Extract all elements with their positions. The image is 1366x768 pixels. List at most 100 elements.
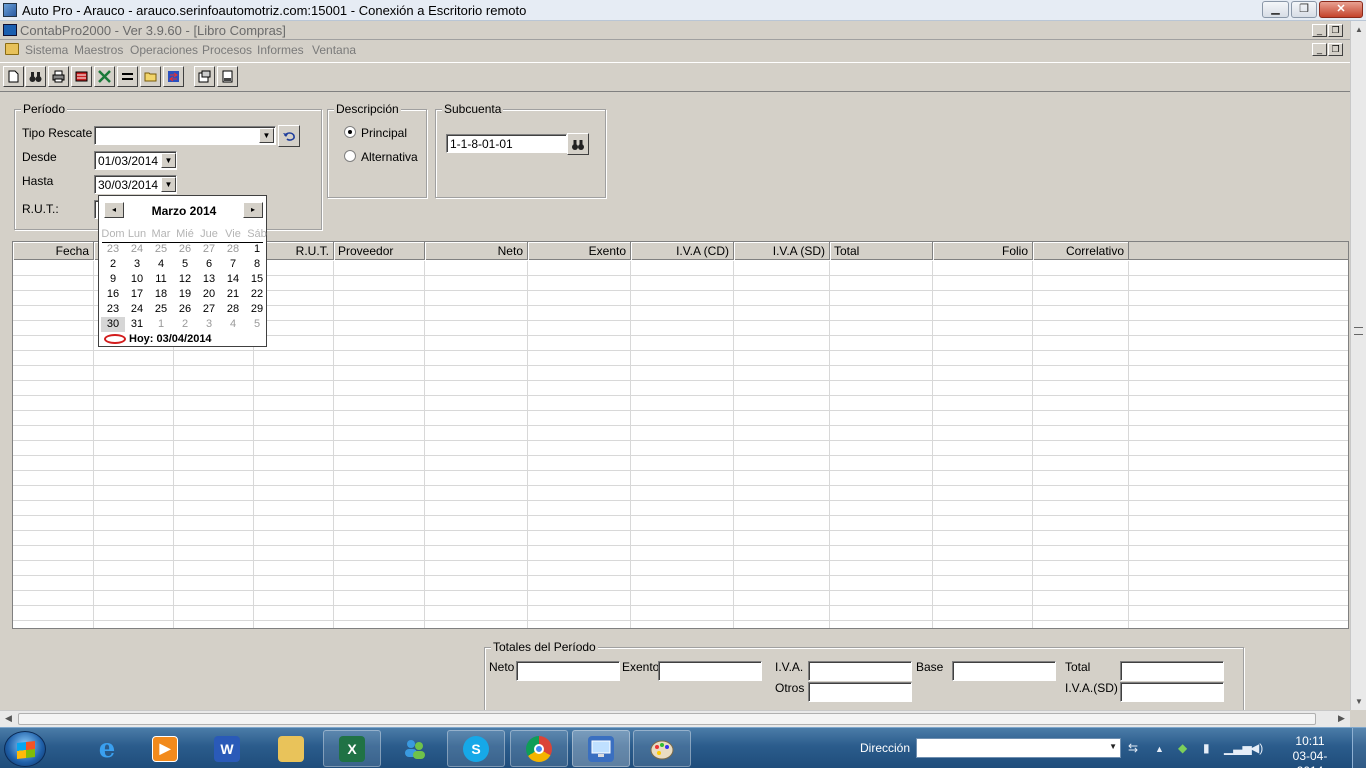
exento-total-field[interactable]: [658, 661, 762, 681]
calendar-day[interactable]: 27: [197, 302, 221, 317]
iva-sd-total-field[interactable]: [1120, 682, 1224, 702]
vertical-scrollbar[interactable]: ▲ ▼: [1350, 21, 1366, 710]
calendar-day[interactable]: 26: [173, 302, 197, 317]
calendar-day[interactable]: 6: [197, 257, 221, 272]
alternativa-radio[interactable]: [344, 150, 356, 162]
outer-restore-button[interactable]: ❐: [1291, 1, 1317, 18]
calendar-day[interactable]: 25: [149, 242, 173, 257]
subcuenta-search-button[interactable]: [567, 133, 589, 155]
col-iva-cd[interactable]: I.V.A (CD): [631, 242, 734, 260]
calendar-day[interactable]: 16: [101, 287, 125, 302]
horizontal-scroll-thumb[interactable]: [18, 713, 1316, 725]
show-desktop-button[interactable]: [1352, 728, 1366, 768]
folder-menu-icon[interactable]: [5, 43, 19, 55]
col-total[interactable]: Total: [830, 242, 933, 260]
date-picker-popup[interactable]: ◂ Marzo 2014 ▸ Dom Lun Mar Mié Jue Vie S…: [98, 195, 267, 347]
principal-radio[interactable]: [344, 126, 356, 138]
calendar-day[interactable]: 1: [149, 317, 173, 332]
neto-total-field[interactable]: [516, 661, 620, 681]
app-minimize-button[interactable]: _: [1312, 24, 1327, 37]
tray-app-icon[interactable]: ◆: [1178, 741, 1187, 755]
menu-sistema[interactable]: Sistema: [25, 43, 68, 57]
calendar-day[interactable]: 28: [221, 302, 245, 317]
total-total-field[interactable]: [1120, 661, 1224, 681]
network-signal-icon[interactable]: ▁▃▅: [1224, 741, 1252, 755]
calendar-day[interactable]: 3: [197, 317, 221, 332]
taskbar-media-player[interactable]: ▶: [136, 730, 194, 767]
menu-operaciones[interactable]: Operaciones: [130, 43, 198, 57]
col-iva-sd[interactable]: I.V.A (SD): [734, 242, 830, 260]
page-button[interactable]: [217, 66, 238, 87]
menu-procesos[interactable]: Procesos: [202, 43, 252, 57]
iva-total-field[interactable]: [808, 661, 912, 681]
calendar-day[interactable]: 24: [125, 242, 149, 257]
menu-informes[interactable]: Informes: [257, 43, 304, 57]
taskbar-word[interactable]: W: [198, 730, 256, 767]
excel-export-button[interactable]: [94, 66, 115, 87]
calendar-day[interactable]: 8: [245, 257, 269, 272]
start-button[interactable]: [4, 731, 46, 767]
hasta-calendar-button[interactable]: ▼: [161, 177, 176, 192]
transfer-button[interactable]: [163, 66, 184, 87]
address-go-icon[interactable]: ⇆: [1128, 741, 1138, 755]
outer-minimize-button[interactable]: ▁: [1262, 1, 1289, 18]
taskbar-skype[interactable]: S: [447, 730, 505, 767]
calendar-day[interactable]: 5: [173, 257, 197, 272]
address-dropdown-icon[interactable]: ▼: [1109, 742, 1117, 751]
horizontal-scrollbar[interactable]: ◀ ▶: [0, 710, 1350, 727]
taskbar-remote-desktop[interactable]: [572, 730, 630, 767]
new-document-button[interactable]: [3, 66, 24, 87]
tipo-rescate-select[interactable]: [94, 126, 276, 145]
taskbar-internet-explorer[interactable]: e: [78, 730, 136, 767]
calendar-day[interactable]: 15: [245, 272, 269, 287]
menu-ventana[interactable]: Ventana: [312, 43, 356, 57]
scroll-up-arrow-icon[interactable]: ▲: [1355, 25, 1363, 34]
calendar-day[interactable]: 7: [221, 257, 245, 272]
calendar-day[interactable]: 27: [197, 242, 221, 257]
tipo-rescate-dropdown-button[interactable]: ▼: [259, 128, 274, 143]
calendar-day[interactable]: 31: [125, 317, 149, 332]
calendar-month-label[interactable]: Marzo 2014: [129, 204, 239, 218]
calendar-day[interactable]: 11: [149, 272, 173, 287]
col-folio[interactable]: Folio: [933, 242, 1033, 260]
taskbar-clock[interactable]: 10:11 03-04-2014: [1280, 734, 1340, 768]
address-bar-input[interactable]: ▼: [916, 738, 1121, 758]
alternativa-label[interactable]: Alternativa: [361, 150, 418, 164]
equals-button[interactable]: [117, 66, 138, 87]
undo-button[interactable]: [278, 125, 300, 147]
calendar-day[interactable]: 28: [221, 242, 245, 257]
calendar-day[interactable]: 1: [245, 242, 269, 257]
calendar-day[interactable]: 20: [197, 287, 221, 302]
calendar-day[interactable]: 10: [125, 272, 149, 287]
print-report-button[interactable]: [71, 66, 92, 87]
subcuenta-input[interactable]: 1-1-8-01-01: [446, 134, 567, 153]
volume-icon[interactable]: ◀): [1250, 741, 1263, 755]
principal-label[interactable]: Principal: [361, 126, 407, 140]
calendar-day[interactable]: 19: [173, 287, 197, 302]
desde-calendar-button[interactable]: ▼: [161, 153, 176, 168]
next-month-button[interactable]: ▸: [243, 202, 263, 218]
print-button[interactable]: [48, 66, 69, 87]
calendar-day[interactable]: 25: [149, 302, 173, 317]
open-folder-button[interactable]: [140, 66, 161, 87]
app-titlebar[interactable]: ContabPro2000 - Ver 3.9.60 - [Libro Comp…: [0, 21, 1350, 40]
outer-titlebar[interactable]: Auto Pro - Arauco - arauco.serinfoautomo…: [0, 0, 1366, 21]
calendar-day[interactable]: 18: [149, 287, 173, 302]
prev-month-button[interactable]: ◂: [104, 202, 124, 218]
taskbar-excel[interactable]: X: [323, 730, 381, 767]
calendar-day[interactable]: 17: [125, 287, 149, 302]
child-restore-button[interactable]: ❐: [1328, 43, 1343, 56]
calendar-day[interactable]: 3: [125, 257, 149, 272]
properties-button[interactable]: [194, 66, 215, 87]
app-restore-button[interactable]: ❐: [1328, 24, 1343, 37]
calendar-day[interactable]: 12: [173, 272, 197, 287]
calendar-day[interactable]: 21: [221, 287, 245, 302]
col-neto[interactable]: Neto: [425, 242, 528, 260]
calendar-day[interactable]: 23: [101, 242, 125, 257]
calendar-day[interactable]: 14: [221, 272, 245, 287]
battery-icon[interactable]: ▮: [1203, 741, 1210, 755]
col-correlativo[interactable]: Correlativo: [1033, 242, 1129, 260]
scroll-down-arrow-icon[interactable]: ▼: [1355, 697, 1363, 706]
tray-expand-icon[interactable]: ▲: [1155, 744, 1164, 754]
scroll-left-arrow-icon[interactable]: ◀: [5, 713, 12, 724]
